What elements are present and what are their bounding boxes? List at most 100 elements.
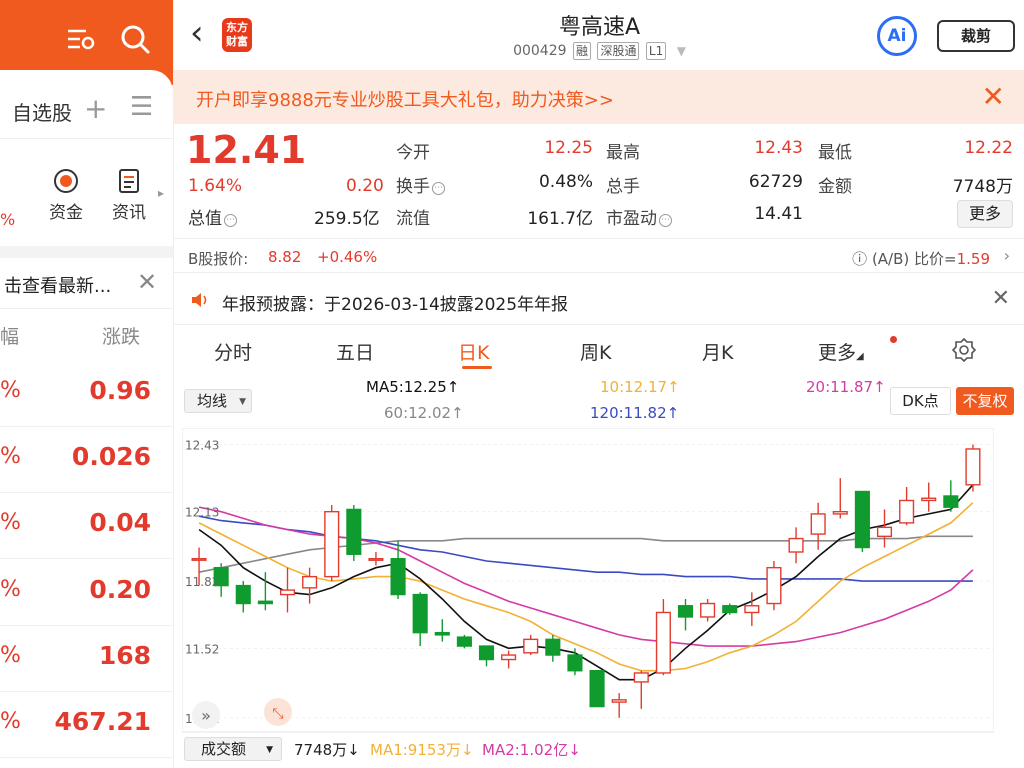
tab-daily-k[interactable]: 日K [458,338,489,365]
volume-select[interactable]: 成交额 ▼ [184,737,282,761]
row-percent: % [0,444,21,469]
candle [921,497,937,502]
settings-list-icon[interactable] [64,22,98,56]
y-tick-label: 11.52 [185,642,219,656]
candle [390,558,406,596]
candle [302,575,318,589]
ma20-label: 20:11.87↑ [806,378,886,396]
row-change-value[interactable]: 0.20 [89,575,151,604]
svg-text:»: » [201,706,211,725]
promo-banner[interactable]: 开户即享9888元专业炒股工具大礼包，助力决策>> ✕ [174,70,1024,124]
tab-monthly-k[interactable]: 月K [702,338,733,365]
candle [832,510,848,515]
quote-value: 12.25 [544,138,593,158]
divider [174,272,1024,273]
chevron-down-icon[interactable]: ▼ [677,44,686,58]
fullscreen-icon[interactable]: ⤡ [264,698,292,726]
ab-ratio[interactable]: ⓘ (A/B) 比价=1.59 [852,248,990,269]
candle [722,605,738,614]
candle [279,589,296,596]
expand-icon[interactable]: » [192,701,220,729]
candle [899,499,915,524]
promo-text[interactable]: 开户即享9888元专业炒股工具大礼包，助力决策>> [196,86,614,112]
candle [567,654,583,672]
tab-weekly-k[interactable]: 周K [580,338,611,365]
quote-value: 12.22 [964,138,1013,158]
add-icon[interactable]: + [84,92,107,125]
tag-level[interactable]: L1 [645,42,667,60]
tab-five-day[interactable]: 五日 [336,338,374,365]
candle [346,508,362,555]
quote-label: 最低 [818,143,852,163]
tab-more[interactable]: 更多◢ [818,338,864,365]
column-header[interactable]: 涨跌 [102,322,140,349]
chevron-right-icon[interactable]: ▸ [158,186,164,200]
quote-value: 0.48% [538,172,593,192]
candle [434,631,450,636]
kline-chart[interactable]: 12.4312.1311.8211.5211.21 » ⤡ [182,428,994,733]
market-cap-value: 259.5亿 [314,209,380,229]
adjust-button[interactable]: 不复权 [956,387,1014,415]
candle [810,513,826,535]
divider [0,246,173,258]
active-tab-indicator [462,366,492,369]
market-cap-label[interactable]: 总值 ⋯ [188,204,237,229]
search-icon[interactable] [118,22,152,56]
tag-margin: 融 [572,42,591,60]
close-icon[interactable]: ✕ [992,286,1010,311]
row-change-value[interactable]: 467.21 [55,707,151,736]
announcement-text[interactable]: 年报预披露：于2026-03-14披露2025年年报 [222,290,568,315]
menu-icon[interactable]: ☰ [130,92,153,122]
candle [854,490,870,549]
funds-icon [54,169,78,193]
candle [766,566,782,605]
candle [545,638,561,656]
indicator-select[interactable]: 均线 ▼ [184,389,252,413]
candle [633,672,649,683]
candle [456,636,472,647]
quote-label: 最高 [606,143,640,163]
tab-intraday[interactable]: 分时 [214,338,252,365]
last-price: 12.41 [186,128,307,172]
row-percent: % [0,577,21,602]
more-button[interactable]: 更多 [957,200,1013,228]
quick-label: 资讯 [112,203,146,223]
ai-button[interactable]: Ai [877,16,917,56]
quick-news[interactable]: 资讯 [104,168,154,223]
close-icon[interactable]: ✕ [982,80,1005,113]
notice-text[interactable]: 击查看最新... [4,272,111,298]
row-change-value[interactable]: 168 [99,641,151,670]
row-change-value[interactable]: 0.026 [72,442,151,471]
quick-funds[interactable]: 资金 [41,168,91,223]
quote-label: 流值 [396,209,430,229]
tag-connect: 深股通 [597,42,640,60]
row-percent: % [0,709,21,734]
divider [0,625,173,626]
gear-icon[interactable] [952,338,976,362]
edge-value: % [0,210,16,229]
column-header[interactable]: 幅 [0,322,19,349]
info-icon[interactable]: ⋯ [224,214,237,227]
svg-text:⤡: ⤡ [272,706,283,722]
help-icon: ⓘ [852,250,872,268]
stock-detail: ‹ 东方 财富 粤高速A 000429 融 深股通 L1 ▼ Ai 裁剪 开户即享… [173,0,1024,768]
info-icon[interactable]: ⋯ [659,214,672,227]
volume-value: 7748万↓ [294,741,360,759]
change-amount: 0.20 [346,176,384,196]
quick-label: 资金 [49,203,83,223]
notification-dot [890,336,897,343]
crop-button[interactable]: 裁剪 [937,20,1015,52]
divider [0,691,173,692]
change-percent: 1.64% [188,176,243,196]
dk-button[interactable]: DK点 [890,387,951,415]
row-percent: % [0,510,21,535]
row-change-value[interactable]: 0.96 [89,376,151,405]
candle [257,600,273,605]
close-icon[interactable]: ✕ [137,268,157,296]
info-icon[interactable]: ⋯ [432,182,445,195]
volume-ma1: MA1:9153万↓ [370,741,474,759]
chevron-right-icon[interactable]: › [1004,246,1010,265]
row-change-value[interactable]: 0.04 [89,508,151,537]
candle [744,605,760,614]
tab-watchlist[interactable]: 自选股 [12,97,72,126]
